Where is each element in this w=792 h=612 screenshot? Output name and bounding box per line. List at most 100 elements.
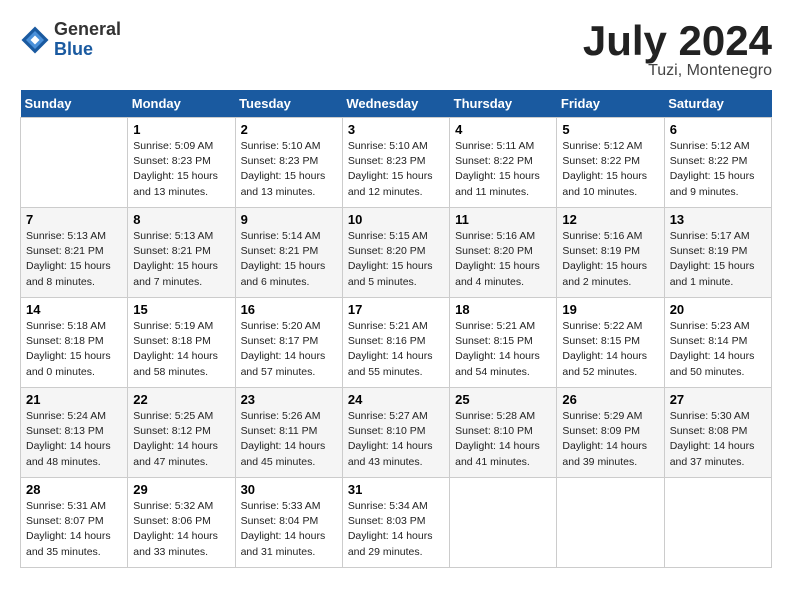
day-number: 5 — [562, 122, 658, 137]
day-info: Sunrise: 5:14 AM Sunset: 8:21 PM Dayligh… — [241, 229, 337, 290]
day-number: 23 — [241, 392, 337, 407]
day-number: 15 — [133, 302, 229, 317]
calendar-cell: 30Sunrise: 5:33 AM Sunset: 8:04 PM Dayli… — [235, 478, 342, 568]
calendar-header: SundayMondayTuesdayWednesdayThursdayFrid… — [21, 90, 772, 118]
location: Tuzi, Montenegro — [583, 62, 772, 80]
day-number: 12 — [562, 212, 658, 227]
day-info: Sunrise: 5:10 AM Sunset: 8:23 PM Dayligh… — [241, 139, 337, 200]
header-row: SundayMondayTuesdayWednesdayThursdayFrid… — [21, 90, 772, 118]
day-number: 16 — [241, 302, 337, 317]
day-info: Sunrise: 5:27 AM Sunset: 8:10 PM Dayligh… — [348, 409, 444, 470]
calendar-cell: 14Sunrise: 5:18 AM Sunset: 8:18 PM Dayli… — [21, 298, 128, 388]
calendar-cell — [557, 478, 664, 568]
day-header-saturday: Saturday — [664, 90, 771, 118]
day-info: Sunrise: 5:12 AM Sunset: 8:22 PM Dayligh… — [562, 139, 658, 200]
day-info: Sunrise: 5:25 AM Sunset: 8:12 PM Dayligh… — [133, 409, 229, 470]
calendar-cell: 13Sunrise: 5:17 AM Sunset: 8:19 PM Dayli… — [664, 208, 771, 298]
calendar-cell: 12Sunrise: 5:16 AM Sunset: 8:19 PM Dayli… — [557, 208, 664, 298]
day-info: Sunrise: 5:23 AM Sunset: 8:14 PM Dayligh… — [670, 319, 766, 380]
calendar-cell: 28 Sunrise: 5:31 AM Sunset: 8:07 PM Dayli… — [21, 478, 128, 568]
calendar-cell: 3 Sunrise: 5:10 AM Sunset: 8:23 PM Daylig… — [342, 118, 449, 208]
day-number: 27 — [670, 392, 766, 407]
day-header-wednesday: Wednesday — [342, 90, 449, 118]
day-number: 9 — [241, 212, 337, 227]
calendar-week-5: 28 Sunrise: 5:31 AM Sunset: 8:07 PM Dayli… — [21, 478, 772, 568]
day-info: Sunrise: 5:19 AM Sunset: 8:18 PM Dayligh… — [133, 319, 229, 380]
day-number: 6 — [670, 122, 766, 137]
calendar-week-4: 21 Sunrise: 5:24 AM Sunset: 8:13 PM Dayli… — [21, 388, 772, 478]
calendar-cell: 19 Sunrise: 5:22 AM Sunset: 8:15 PM Dayli… — [557, 298, 664, 388]
day-number: 8 — [133, 212, 229, 227]
calendar-cell: 27 Sunrise: 5:30 AM Sunset: 8:08 PM Dayli… — [664, 388, 771, 478]
calendar-body: 1 Sunrise: 5:09 AM Sunset: 8:23 PM Daylig… — [21, 118, 772, 568]
calendar-cell: 7 Sunrise: 5:13 AM Sunset: 8:21 PM Daylig… — [21, 208, 128, 298]
calendar-cell: 8 Sunrise: 5:13 AM Sunset: 8:21 PM Daylig… — [128, 208, 235, 298]
day-info: Sunrise: 5:10 AM Sunset: 8:23 PM Dayligh… — [348, 139, 444, 200]
calendar-cell: 4Sunrise: 5:11 AM Sunset: 8:22 PM Daylig… — [450, 118, 557, 208]
day-info: Sunrise: 5:13 AM Sunset: 8:21 PM Dayligh… — [133, 229, 229, 290]
day-info: Sunrise: 5:20 AM Sunset: 8:17 PM Dayligh… — [241, 319, 337, 380]
calendar-cell: 16 Sunrise: 5:20 AM Sunset: 8:17 PM Dayli… — [235, 298, 342, 388]
day-number: 2 — [241, 122, 337, 137]
day-number: 17 — [348, 302, 444, 317]
calendar-cell: 10Sunrise: 5:15 AM Sunset: 8:20 PM Dayli… — [342, 208, 449, 298]
calendar-cell: 21 Sunrise: 5:24 AM Sunset: 8:13 PM Dayli… — [21, 388, 128, 478]
calendar-cell: 26Sunrise: 5:29 AM Sunset: 8:09 PM Dayli… — [557, 388, 664, 478]
day-number: 25 — [455, 392, 551, 407]
day-info: Sunrise: 5:21 AM Sunset: 8:15 PM Dayligh… — [455, 319, 551, 380]
day-header-friday: Friday — [557, 90, 664, 118]
day-number: 3 — [348, 122, 444, 137]
calendar-cell: 9 Sunrise: 5:14 AM Sunset: 8:21 PM Daylig… — [235, 208, 342, 298]
day-number: 7 — [26, 212, 122, 227]
day-info: Sunrise: 5:18 AM Sunset: 8:18 PM Dayligh… — [26, 319, 122, 380]
calendar-cell: 1 Sunrise: 5:09 AM Sunset: 8:23 PM Daylig… — [128, 118, 235, 208]
day-number: 18 — [455, 302, 551, 317]
calendar-table: SundayMondayTuesdayWednesdayThursdayFrid… — [20, 90, 772, 568]
day-info: Sunrise: 5:28 AM Sunset: 8:10 PM Dayligh… — [455, 409, 551, 470]
day-header-tuesday: Tuesday — [235, 90, 342, 118]
calendar-cell: 11 Sunrise: 5:16 AM Sunset: 8:20 PM Dayli… — [450, 208, 557, 298]
calendar-cell: 2 Sunrise: 5:10 AM Sunset: 8:23 PM Daylig… — [235, 118, 342, 208]
calendar-week-1: 1 Sunrise: 5:09 AM Sunset: 8:23 PM Daylig… — [21, 118, 772, 208]
calendar-week-2: 7 Sunrise: 5:13 AM Sunset: 8:21 PM Daylig… — [21, 208, 772, 298]
day-info: Sunrise: 5:11 AM Sunset: 8:22 PM Dayligh… — [455, 139, 551, 200]
calendar-cell: 20 Sunrise: 5:23 AM Sunset: 8:14 PM Dayli… — [664, 298, 771, 388]
day-info: Sunrise: 5:26 AM Sunset: 8:11 PM Dayligh… — [241, 409, 337, 470]
title-block: July 2024 Tuzi, Montenegro — [583, 20, 772, 80]
day-info: Sunrise: 5:16 AM Sunset: 8:20 PM Dayligh… — [455, 229, 551, 290]
day-info: Sunrise: 5:22 AM Sunset: 8:15 PM Dayligh… — [562, 319, 658, 380]
day-info: Sunrise: 5:34 AM Sunset: 8:03 PM Dayligh… — [348, 499, 444, 560]
calendar-week-3: 14Sunrise: 5:18 AM Sunset: 8:18 PM Dayli… — [21, 298, 772, 388]
day-info: Sunrise: 5:24 AM Sunset: 8:13 PM Dayligh… — [26, 409, 122, 470]
day-header-sunday: Sunday — [21, 90, 128, 118]
calendar-cell: 5 Sunrise: 5:12 AM Sunset: 8:22 PM Daylig… — [557, 118, 664, 208]
calendar-cell: 24Sunrise: 5:27 AM Sunset: 8:10 PM Dayli… — [342, 388, 449, 478]
day-info: Sunrise: 5:13 AM Sunset: 8:21 PM Dayligh… — [26, 229, 122, 290]
calendar-cell: 15 Sunrise: 5:19 AM Sunset: 8:18 PM Dayli… — [128, 298, 235, 388]
day-number: 21 — [26, 392, 122, 407]
calendar-cell: 18 Sunrise: 5:21 AM Sunset: 8:15 PM Dayli… — [450, 298, 557, 388]
day-info: Sunrise: 5:32 AM Sunset: 8:06 PM Dayligh… — [133, 499, 229, 560]
day-info: Sunrise: 5:09 AM Sunset: 8:23 PM Dayligh… — [133, 139, 229, 200]
calendar-cell — [664, 478, 771, 568]
calendar-cell: 22 Sunrise: 5:25 AM Sunset: 8:12 PM Dayli… — [128, 388, 235, 478]
day-info: Sunrise: 5:15 AM Sunset: 8:20 PM Dayligh… — [348, 229, 444, 290]
calendar-cell: 25 Sunrise: 5:28 AM Sunset: 8:10 PM Dayli… — [450, 388, 557, 478]
day-number: 22 — [133, 392, 229, 407]
day-number: 30 — [241, 482, 337, 497]
calendar-cell: 6Sunrise: 5:12 AM Sunset: 8:22 PM Daylig… — [664, 118, 771, 208]
day-number: 28 — [26, 482, 122, 497]
day-number: 26 — [562, 392, 658, 407]
logo-general: General — [54, 20, 121, 40]
day-info: Sunrise: 5:17 AM Sunset: 8:19 PM Dayligh… — [670, 229, 766, 290]
day-number: 11 — [455, 212, 551, 227]
calendar-cell: 29Sunrise: 5:32 AM Sunset: 8:06 PM Dayli… — [128, 478, 235, 568]
day-number: 20 — [670, 302, 766, 317]
day-info: Sunrise: 5:30 AM Sunset: 8:08 PM Dayligh… — [670, 409, 766, 470]
day-info: Sunrise: 5:31 AM Sunset: 8:07 PM Dayligh… — [26, 499, 122, 560]
day-number: 1 — [133, 122, 229, 137]
day-number: 19 — [562, 302, 658, 317]
day-header-monday: Monday — [128, 90, 235, 118]
day-header-thursday: Thursday — [450, 90, 557, 118]
day-number: 31 — [348, 482, 444, 497]
